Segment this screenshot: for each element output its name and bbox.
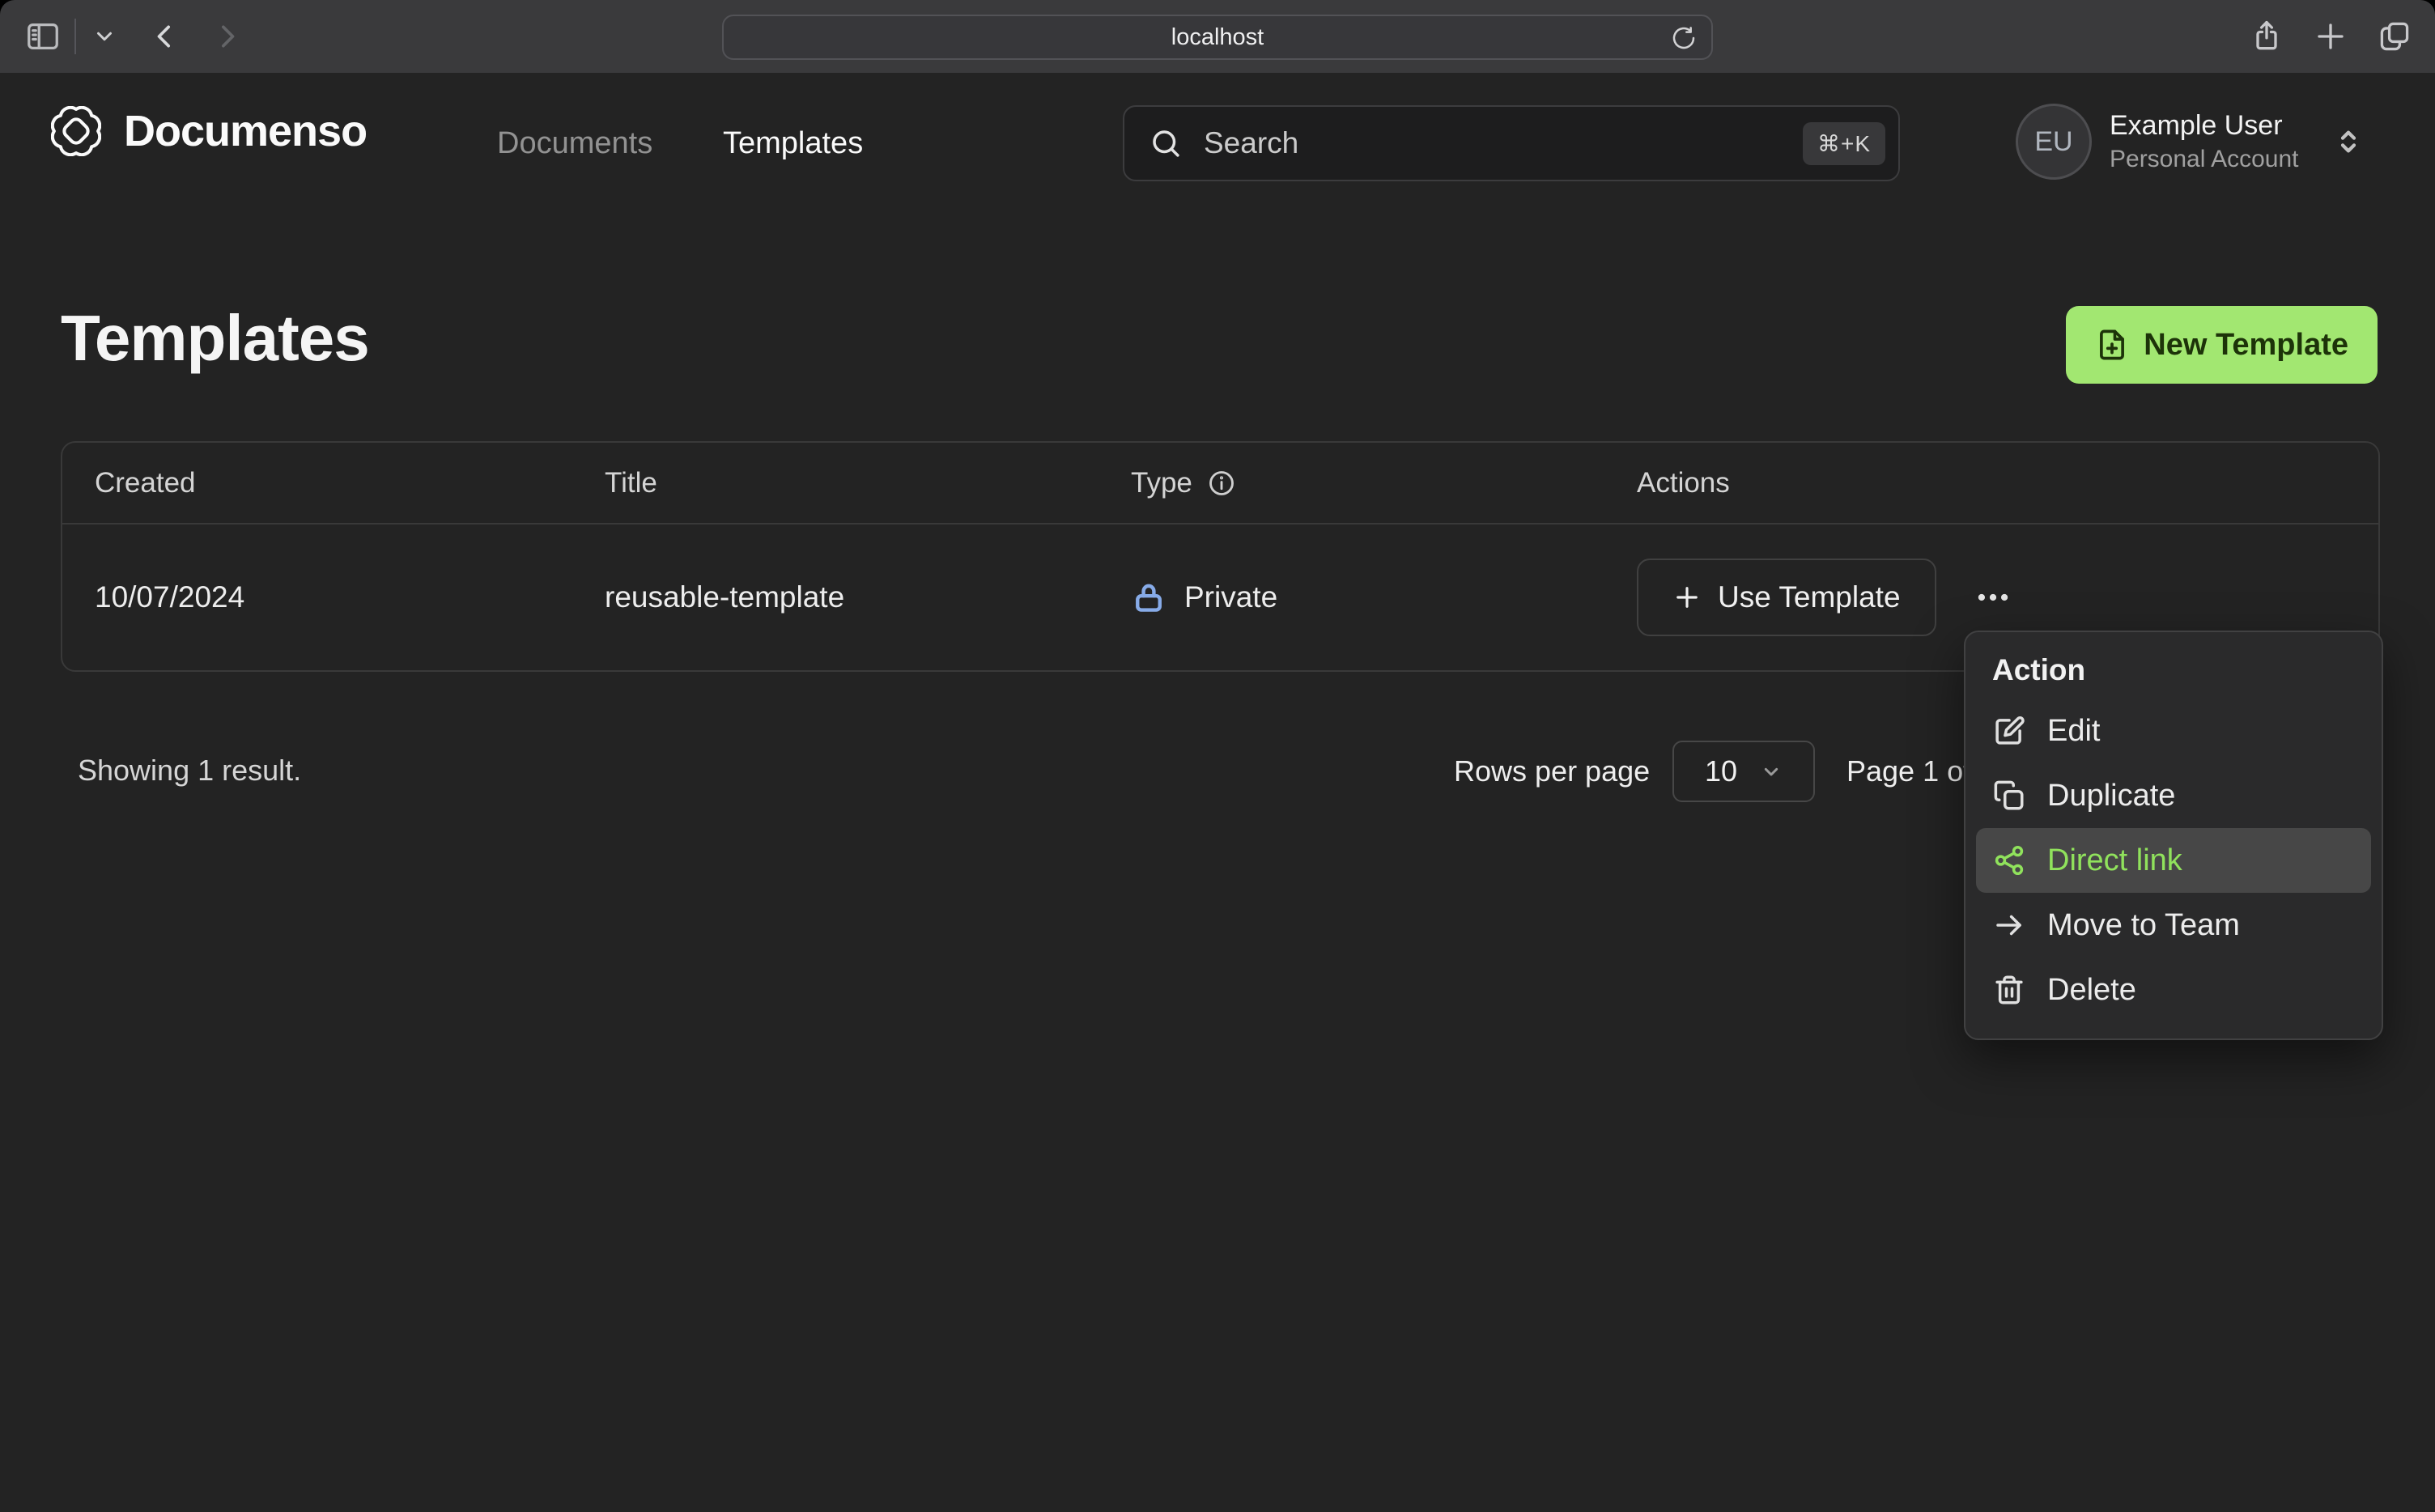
search-icon xyxy=(1149,126,1183,160)
edit-icon xyxy=(1992,714,2026,748)
menu-item-delete[interactable]: Delete xyxy=(1976,958,2371,1022)
menu-item-duplicate[interactable]: Duplicate xyxy=(1976,763,2371,828)
tab-overview-icon[interactable] xyxy=(2377,19,2412,54)
row-actions-menu-button[interactable] xyxy=(1972,576,2014,618)
menu-item-label: Edit xyxy=(2047,713,2101,748)
ellipsis-icon xyxy=(1978,593,2008,601)
page-title: Templates xyxy=(61,302,370,374)
use-template-label: Use Template xyxy=(1718,580,1901,614)
new-template-label: New Template xyxy=(2144,327,2348,362)
sidebar-chevron-down-icon[interactable] xyxy=(92,24,117,49)
chevrons-up-down-icon[interactable] xyxy=(2331,125,2365,159)
address-bar[interactable]: localhost xyxy=(722,15,1713,60)
duplicate-icon xyxy=(1992,779,2026,813)
rows-per-page-value: 10 xyxy=(1705,754,1738,788)
menu-item-move-to-team[interactable]: Move to Team xyxy=(1976,893,2371,958)
lock-icon xyxy=(1131,580,1167,615)
nav-templates[interactable]: Templates xyxy=(723,126,863,161)
user-name: Example User xyxy=(2110,110,2283,141)
menu-item-label: Move to Team xyxy=(2047,907,2240,942)
documenso-logo-icon xyxy=(51,106,101,156)
toolbar-divider xyxy=(74,19,76,54)
results-count: Showing 1 result. xyxy=(78,754,302,787)
share-icon[interactable] xyxy=(2249,19,2284,54)
sidebar-toggle-icon[interactable] xyxy=(24,18,62,55)
column-created: Created xyxy=(95,466,196,499)
cell-created: 10/07/2024 xyxy=(95,580,245,614)
search-input[interactable]: Search ⌘+K xyxy=(1123,105,1900,181)
info-icon[interactable] xyxy=(1207,469,1236,498)
brand[interactable]: Documenso xyxy=(51,106,368,156)
menu-item-label: Delete xyxy=(2047,972,2136,1007)
url-text: localhost xyxy=(1171,23,1264,50)
row-context-menu: Action Edit Duplicate Direct link Move t… xyxy=(1964,631,2383,1040)
rows-per-page-select[interactable]: 10 xyxy=(1672,741,1815,802)
menu-item-direct-link[interactable]: Direct link xyxy=(1976,828,2371,893)
brand-name: Documenso xyxy=(124,107,368,155)
menu-item-edit[interactable]: Edit xyxy=(1976,699,2371,763)
user-account-type: Personal Account xyxy=(2110,146,2299,172)
search-shortcut-badge: ⌘+K xyxy=(1802,121,1885,165)
forward-icon[interactable] xyxy=(210,20,243,53)
column-title: Title xyxy=(605,466,657,499)
browser-toolbar: localhost xyxy=(0,0,2435,73)
menu-item-label: Duplicate xyxy=(2047,778,2176,813)
table-header-row: Created Title Type Actions xyxy=(62,443,2378,525)
column-type: Type xyxy=(1131,466,1192,499)
reload-icon[interactable] xyxy=(1671,25,1697,51)
back-icon[interactable] xyxy=(149,20,181,53)
search-placeholder: Search xyxy=(1204,126,1299,159)
app-window: localhost Documenso Documents Templates … xyxy=(0,0,2435,1512)
trash-icon xyxy=(1992,973,2026,1007)
arrow-right-icon xyxy=(1992,908,2026,942)
avatar[interactable]: EU xyxy=(2016,104,2092,180)
use-template-button[interactable]: Use Template xyxy=(1637,559,1936,636)
new-template-button[interactable]: New Template xyxy=(2066,306,2378,384)
file-plus-icon xyxy=(2095,328,2129,362)
nav-documents[interactable]: Documents xyxy=(497,126,652,161)
cell-type-label: Private xyxy=(1184,580,1278,614)
cell-title: reusable-template xyxy=(605,580,845,614)
avatar-initials: EU xyxy=(2034,125,2073,157)
menu-header: Action xyxy=(1992,653,2086,686)
share-nodes-icon xyxy=(1992,843,2026,877)
menu-item-label: Direct link xyxy=(2047,843,2182,877)
plus-icon xyxy=(1672,583,1702,612)
rows-per-page-label: Rows per page xyxy=(1454,754,1651,788)
column-actions: Actions xyxy=(1637,466,1730,499)
new-tab-icon[interactable] xyxy=(2314,19,2348,53)
chevron-down-icon xyxy=(1758,758,1784,784)
